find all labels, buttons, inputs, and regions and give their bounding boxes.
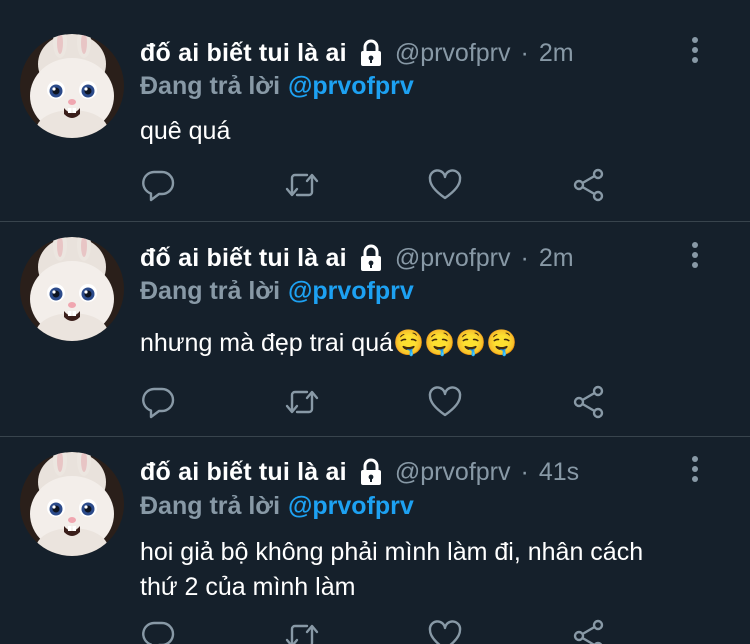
reply-icon	[140, 167, 176, 208]
lock-icon	[359, 458, 383, 486]
user-handle[interactable]: @prvofprv	[395, 244, 511, 273]
replying-to-label: Đang trả lời	[140, 72, 281, 100]
separator-dot: ·	[520, 243, 529, 272]
reply-button[interactable]	[140, 386, 176, 422]
retweet-button[interactable]	[284, 620, 320, 644]
lock-icon	[359, 39, 383, 67]
display-name[interactable]: đố ai biết tui là ai	[140, 39, 347, 68]
share-icon	[571, 618, 607, 644]
replying-to-label: Đang trả lời	[140, 277, 281, 305]
more-vertical-icon	[690, 35, 700, 70]
reply-button[interactable]	[140, 620, 176, 644]
tweet-feed: đố ai biết tui là ai @prvofprv · 2m Đang…	[0, 0, 750, 644]
lock-icon	[359, 244, 383, 272]
display-name[interactable]: đố ai biết tui là ai	[140, 244, 347, 273]
replying-to: Đang trả lời @prvofprv	[140, 72, 414, 101]
more-vertical-icon	[690, 240, 700, 275]
timestamp[interactable]: 2m	[539, 39, 574, 68]
replying-to: Đang trả lời @prvofprv	[140, 277, 414, 306]
replying-to-handle[interactable]: @prvofprv	[288, 72, 414, 100]
more-vertical-icon	[690, 454, 700, 489]
tweet-actions	[140, 620, 620, 644]
replying-to: Đang trả lời @prvofprv	[140, 492, 414, 521]
avatar[interactable]	[20, 452, 124, 556]
separator-dot: ·	[520, 457, 529, 486]
like-icon	[427, 384, 463, 425]
avatar[interactable]	[20, 237, 124, 341]
tweet[interactable]: đố ai biết tui là ai @prvofprv · 41s Đan…	[0, 437, 750, 644]
share-button[interactable]	[571, 386, 607, 422]
retweet-icon	[284, 167, 320, 208]
like-icon	[427, 618, 463, 644]
more-options-button[interactable]	[680, 242, 710, 272]
separator-dot: ·	[520, 38, 529, 67]
tweet[interactable]: đố ai biết tui là ai @prvofprv · 2m Đang…	[0, 0, 750, 222]
tweet-header: đố ai biết tui là ai @prvofprv · 2m	[140, 37, 690, 69]
share-button[interactable]	[571, 620, 607, 644]
user-handle[interactable]: @prvofprv	[395, 458, 511, 487]
tweet[interactable]: đố ai biết tui là ai @prvofprv · 2m Đang…	[0, 222, 750, 437]
timestamp[interactable]: 2m	[539, 244, 574, 273]
like-button[interactable]	[427, 620, 463, 644]
share-button[interactable]	[571, 169, 607, 205]
tweet-text: quê quá	[140, 117, 231, 145]
tweet-header: đố ai biết tui là ai @prvofprv · 41s	[140, 456, 690, 488]
retweet-button[interactable]	[284, 386, 320, 422]
timestamp[interactable]: 41s	[539, 458, 579, 487]
retweet-icon	[284, 384, 320, 425]
replying-to-handle[interactable]: @prvofprv	[288, 492, 414, 520]
tweet-actions	[140, 169, 620, 205]
like-icon	[427, 167, 463, 208]
tweet-header: đố ai biết tui là ai @prvofprv · 2m	[140, 242, 690, 274]
reply-icon	[140, 384, 176, 425]
replying-to-handle[interactable]: @prvofprv	[288, 277, 414, 305]
share-icon	[571, 167, 607, 208]
retweet-icon	[284, 618, 320, 644]
more-options-button[interactable]	[680, 37, 710, 67]
replying-to-label: Đang trả lời	[140, 492, 281, 520]
reply-icon	[140, 618, 176, 644]
avatar[interactable]	[20, 34, 124, 138]
reply-button[interactable]	[140, 169, 176, 205]
tweet-actions	[140, 386, 620, 422]
like-button[interactable]	[427, 386, 463, 422]
like-button[interactable]	[427, 169, 463, 205]
more-options-button[interactable]	[680, 456, 710, 486]
display-name[interactable]: đố ai biết tui là ai	[140, 458, 347, 487]
user-handle[interactable]: @prvofprv	[395, 39, 511, 68]
tweet-text: hoi giả bộ không phải mình làm đi, nhân …	[140, 538, 644, 601]
retweet-button[interactable]	[284, 169, 320, 205]
share-icon	[571, 384, 607, 425]
tweet-text: nhưng mà đẹp trai quá🤤🤤🤤🤤	[140, 329, 518, 357]
